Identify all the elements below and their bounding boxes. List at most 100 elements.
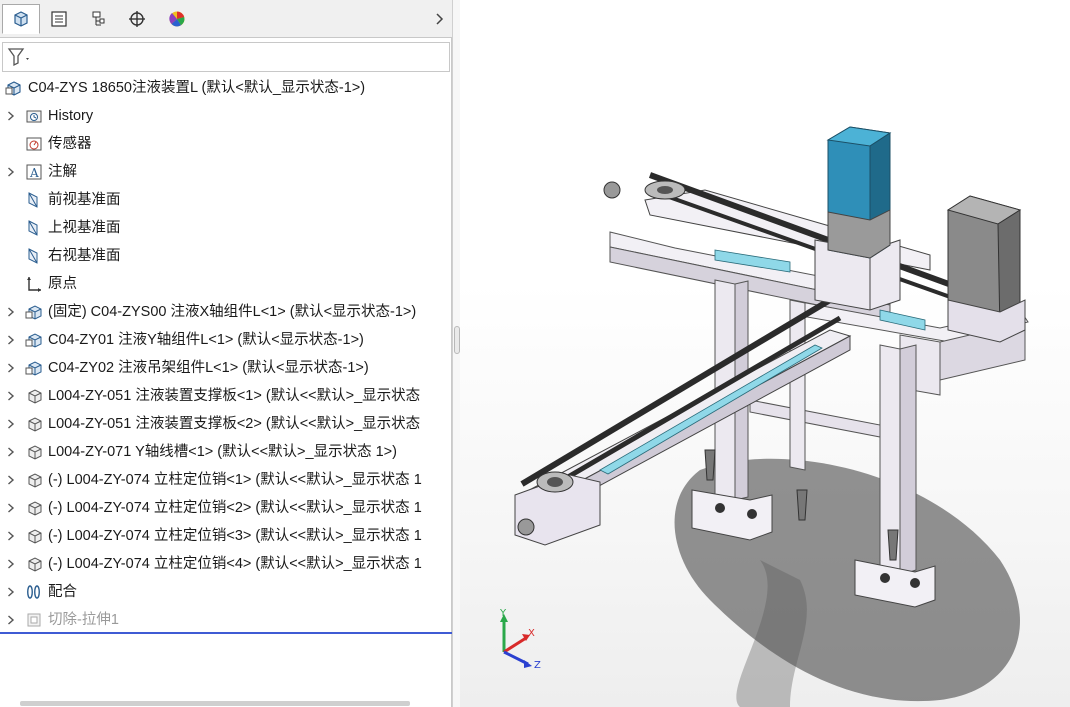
part-icon xyxy=(24,554,44,574)
tree-item-label: L004-ZY-071 Y轴线槽<1> (默认<<默认>_显示状态 1>) xyxy=(48,444,397,460)
part-icon xyxy=(24,442,44,462)
expand-chevron-icon[interactable] xyxy=(4,473,18,487)
tree-item[interactable]: 右视基准面 xyxy=(0,244,452,268)
tree-item-label: (固定) C04-ZYS00 注液X轴组件L<1> (默认<显示状态-1>) xyxy=(48,304,417,320)
assembly-icon xyxy=(4,78,24,98)
tree-item-label: 前视基准面 xyxy=(48,192,121,208)
assembly-model-render[interactable] xyxy=(460,0,1070,707)
tree-item[interactable]: (-) L004-ZY-074 立柱定位销<4> (默认<<默认>_显示状态 1 xyxy=(0,552,452,576)
subassembly-icon xyxy=(24,358,44,378)
configuration-manager-icon xyxy=(92,11,105,26)
tree-item[interactable]: (-) L004-ZY-074 立柱定位销<1> (默认<<默认>_显示状态 1 xyxy=(0,468,452,492)
part-icon xyxy=(24,526,44,546)
plane-icon xyxy=(24,246,44,266)
tree-item-label: 切除-拉伸1 xyxy=(48,612,119,628)
feature-tree-filter[interactable] xyxy=(2,42,450,72)
expand-chevron-icon[interactable] xyxy=(4,333,18,347)
tab-property-manager[interactable] xyxy=(40,4,78,34)
tab-feature-manager[interactable] xyxy=(2,4,40,34)
tree-item[interactable]: History xyxy=(0,104,452,128)
expand-chevron-icon[interactable] xyxy=(4,529,18,543)
tree-item-label: 配合 xyxy=(48,584,77,600)
history-folder-icon xyxy=(24,106,44,126)
tree-item-label: 注解 xyxy=(48,164,77,180)
part-icon xyxy=(24,414,44,434)
plane-icon xyxy=(24,190,44,210)
sensor-icon xyxy=(24,134,44,154)
expand-chevron-icon[interactable] xyxy=(4,165,18,179)
tree-item-label: History xyxy=(48,108,94,124)
tree-item-label: 上视基准面 xyxy=(48,220,121,236)
triad-x-label: X xyxy=(528,628,535,639)
graphics-viewport[interactable]: Y X Z xyxy=(460,0,1070,707)
tree-item[interactable]: 原点 xyxy=(0,272,452,296)
expand-chevron-icon[interactable] xyxy=(4,417,18,431)
display-manager-icon xyxy=(169,11,185,27)
subassembly-icon xyxy=(24,330,44,350)
filter-icon[interactable] xyxy=(7,47,33,67)
tree-item-label: (-) L004-ZY-074 立柱定位销<1> (默认<<默认>_显示状态 1 xyxy=(48,472,422,488)
expand-chevron-icon[interactable] xyxy=(4,585,18,599)
tree-item-label: 传感器 xyxy=(48,136,92,152)
tree-item[interactable]: L004-ZY-071 Y轴线槽<1> (默认<<默认>_显示状态 1>) xyxy=(0,440,452,464)
mates-icon xyxy=(24,582,44,602)
tree-item-label: L004-ZY-051 注液装置支撑板<1> (默认<<默认>_显示状态 xyxy=(48,388,421,404)
panel-splitter[interactable] xyxy=(452,0,460,707)
tab-configuration-manager[interactable] xyxy=(79,4,117,34)
panel-tab-bar xyxy=(0,0,452,38)
feature-manager-icon xyxy=(14,11,28,27)
tree-item[interactable]: 配合 xyxy=(0,580,452,604)
expand-chevron-icon[interactable] xyxy=(4,305,18,319)
expand-chevron-icon[interactable] xyxy=(4,613,18,627)
rollback-bar[interactable] xyxy=(0,632,452,634)
triad-z-label: Z xyxy=(534,660,541,671)
tree-item-label: (-) L004-ZY-074 立柱定位销<3> (默认<<默认>_显示状态 1 xyxy=(48,528,422,544)
expand-chevron-icon[interactable] xyxy=(4,501,18,515)
tree-item-label: L004-ZY-051 注液装置支撑板<2> (默认<<默认>_显示状态 xyxy=(48,416,421,432)
tree-item[interactable]: A 注解 xyxy=(0,160,452,184)
feature-manager-panel: C04-ZYS 18650注液装置L (默认<默认_显示状态-1>) Histo… xyxy=(0,0,452,707)
tree-item-label: (-) L004-ZY-074 立柱定位销<2> (默认<<默认>_显示状态 1 xyxy=(48,500,422,516)
plane-icon xyxy=(24,218,44,238)
expand-chevron-icon[interactable] xyxy=(4,445,18,459)
tree-item[interactable]: (固定) C04-ZYS00 注液X轴组件L<1> (默认<显示状态-1>) xyxy=(0,300,452,324)
dimxpert-icon xyxy=(129,11,145,27)
tree-item-label: (-) L004-ZY-074 立柱定位销<4> (默认<<默认>_显示状态 1 xyxy=(48,556,422,572)
tree-item[interactable]: C04-ZY02 注液吊架组件L<1> (默认<显示状态-1>) xyxy=(0,356,452,380)
tree-item[interactable]: C04-ZY01 注液Y轴组件L<1> (默认<显示状态-1>) xyxy=(0,328,452,352)
tree-item[interactable]: 前视基准面 xyxy=(0,188,452,212)
part-icon xyxy=(24,386,44,406)
tree-item[interactable]: (-) L004-ZY-074 立柱定位销<2> (默认<<默认>_显示状态 1 xyxy=(0,496,452,520)
tree-item-label: 原点 xyxy=(48,276,77,292)
tree-item[interactable]: 传感器 xyxy=(0,132,452,156)
tab-dimxpert[interactable] xyxy=(118,4,156,34)
timing-belt-upper xyxy=(520,297,832,487)
cut-extrude-icon xyxy=(24,610,44,630)
origin-icon xyxy=(24,274,44,294)
chevron-right-icon[interactable] xyxy=(432,8,448,30)
tab-display-manager[interactable] xyxy=(158,4,196,34)
svg-text:A: A xyxy=(29,166,39,180)
annotation-icon: A xyxy=(24,162,44,182)
tree-item[interactable]: 切除-拉伸1 xyxy=(0,608,452,632)
horizontal-scrollbar[interactable] xyxy=(20,701,410,706)
blue-servo-motor xyxy=(826,126,892,259)
expand-chevron-icon[interactable] xyxy=(4,361,18,375)
tree-item[interactable]: L004-ZY-051 注液装置支撑板<1> (默认<<默认>_显示状态 xyxy=(0,384,452,408)
expand-chevron-icon[interactable] xyxy=(4,109,18,123)
expand-chevron-icon[interactable] xyxy=(4,557,18,571)
coordinate-triad: Y X Z xyxy=(490,608,560,678)
tree-root-label: C04-ZYS 18650注液装置L (默认<默认_显示状态-1>) xyxy=(28,80,366,96)
tree-item[interactable]: L004-ZY-051 注液装置支撑板<2> (默认<<默认>_显示状态 xyxy=(0,412,452,436)
tree-root-assembly[interactable]: C04-ZYS 18650注液装置L (默认<默认_显示状态-1>) xyxy=(4,77,365,99)
part-icon xyxy=(24,498,44,518)
tree-item[interactable]: 上视基准面 xyxy=(0,216,452,240)
expand-chevron-icon[interactable] xyxy=(4,389,18,403)
tree-item[interactable]: (-) L004-ZY-074 立柱定位销<3> (默认<<默认>_显示状态 1 xyxy=(0,524,452,548)
subassembly-icon xyxy=(24,302,44,322)
property-manager-icon xyxy=(51,11,67,27)
